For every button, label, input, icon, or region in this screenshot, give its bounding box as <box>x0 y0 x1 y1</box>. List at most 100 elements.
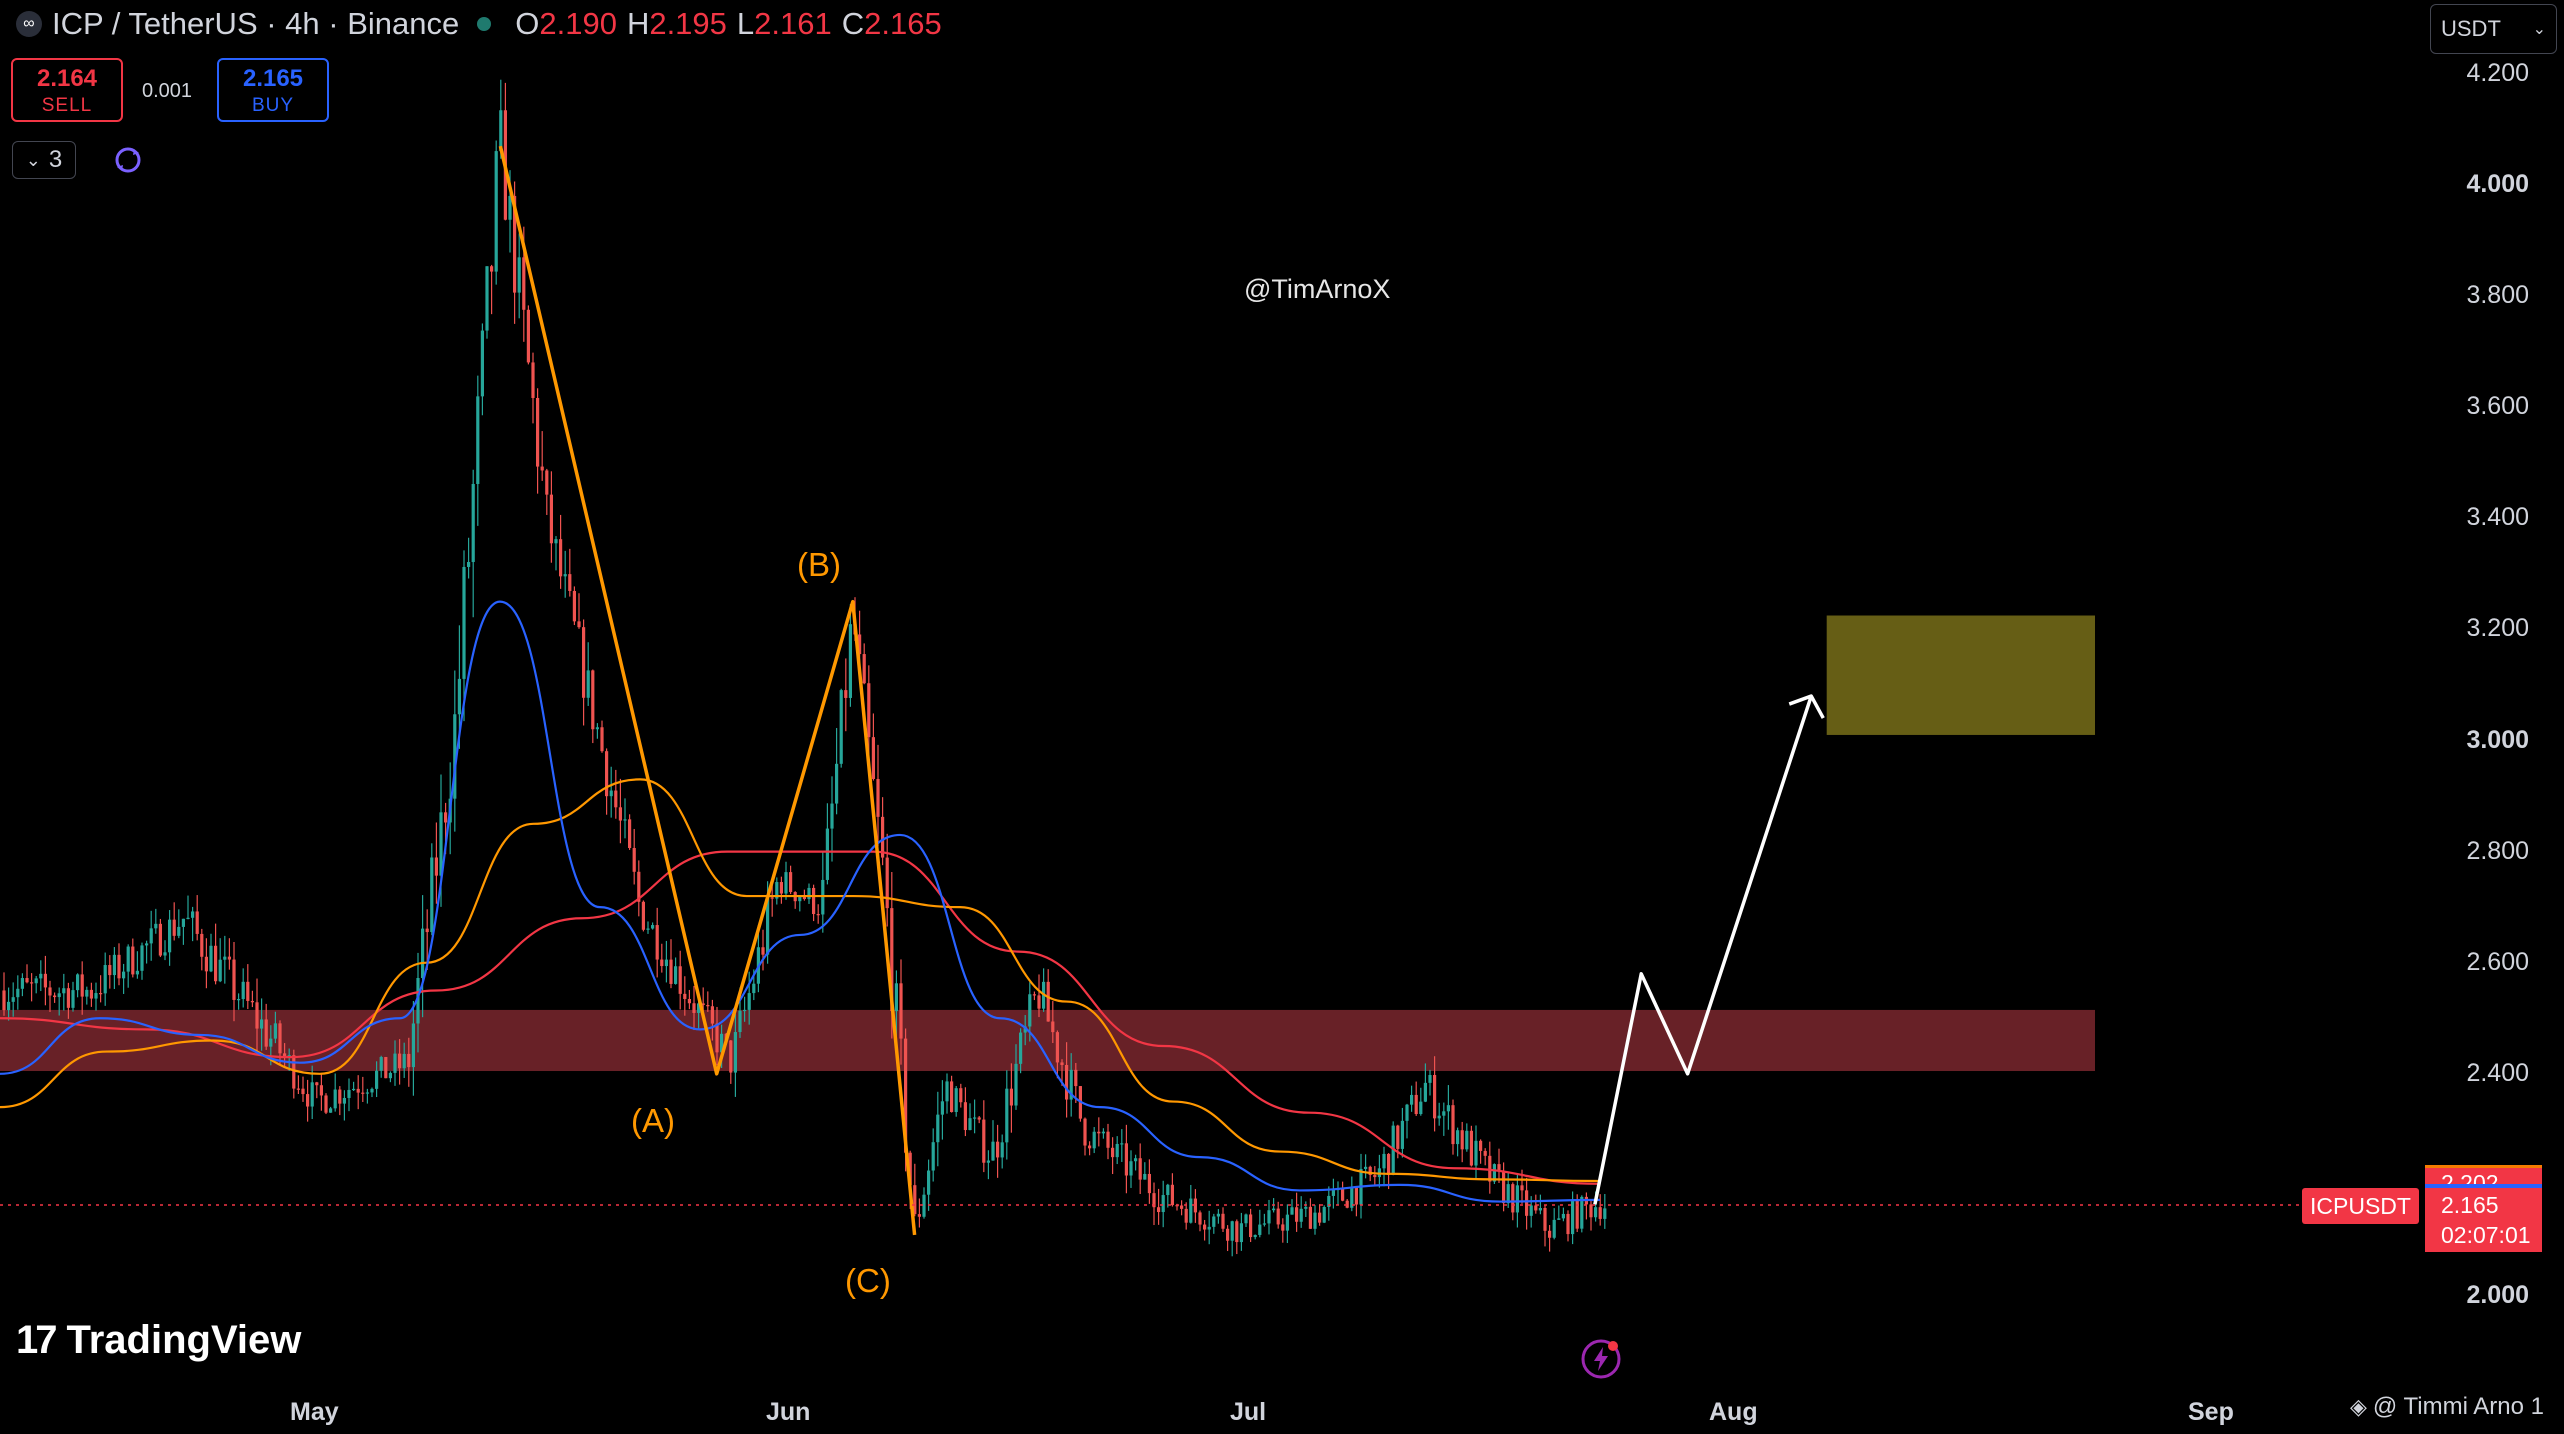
candle-body <box>352 1088 356 1091</box>
candle-body <box>421 928 425 978</box>
candle-body <box>154 923 158 929</box>
candle-body <box>85 989 89 997</box>
candle-body <box>1313 1212 1317 1229</box>
candle-body <box>237 999 241 1001</box>
candle-body <box>687 998 691 1004</box>
candle-body <box>1106 1131 1110 1148</box>
candle-body <box>361 1092 365 1094</box>
candle-body <box>1451 1105 1455 1145</box>
candle-body <box>1525 1190 1529 1216</box>
candle-body <box>821 879 825 915</box>
candle-body <box>209 945 213 972</box>
candle-body <box>490 266 494 272</box>
candle-body <box>149 928 153 944</box>
candle-body <box>329 1108 333 1113</box>
chevron-down-icon: ⌄ <box>2532 21 2546 38</box>
candle-body <box>181 918 185 927</box>
candle-body <box>131 946 135 975</box>
candle-body <box>250 1000 254 1003</box>
candle-body <box>582 627 586 698</box>
candle-body <box>365 1092 369 1094</box>
candle-body <box>572 590 576 622</box>
candle-body <box>1216 1213 1220 1217</box>
candle-body <box>802 897 806 900</box>
price-tick: 4.000 <box>2466 170 2529 198</box>
binance-icon: ◈ <box>2350 1394 2367 1419</box>
candle-body <box>1262 1223 1266 1225</box>
candle-body <box>296 1088 300 1090</box>
candle-body <box>1060 1062 1064 1065</box>
candle-body <box>1400 1120 1404 1149</box>
candle-body <box>1170 1184 1174 1206</box>
price-chart[interactable] <box>0 0 2564 1434</box>
candle-body <box>798 897 802 902</box>
candle-body <box>1198 1212 1202 1225</box>
candle-body <box>1382 1153 1386 1169</box>
candle-body <box>347 1089 351 1098</box>
refresh-icon[interactable] <box>112 144 144 176</box>
buy-button[interactable]: 2.165 BUY <box>217 58 329 122</box>
candle-body <box>1387 1153 1391 1176</box>
candle-body <box>839 690 843 764</box>
candle-body <box>200 933 204 957</box>
brand-name: TradingView <box>66 1318 302 1362</box>
candle-body <box>600 727 604 752</box>
candle-body <box>1318 1212 1322 1223</box>
candle-body <box>917 1214 921 1217</box>
candle-body <box>1097 1131 1101 1134</box>
sell-button[interactable]: 2.164 SELL <box>11 58 123 122</box>
candle-body <box>991 1141 995 1161</box>
candle-body <box>1055 1032 1059 1063</box>
candle-body <box>434 857 438 876</box>
buy-price: 2.165 <box>242 65 304 92</box>
candle-body <box>1249 1214 1253 1238</box>
sell-price: 2.164 <box>36 65 98 92</box>
candle-body <box>651 925 655 929</box>
candle-body <box>467 562 471 567</box>
candle-body <box>1014 1063 1018 1106</box>
candle-body <box>218 959 222 982</box>
candle-body <box>591 670 595 730</box>
candle-body <box>927 1170 931 1195</box>
candle-body <box>1594 1207 1598 1218</box>
projection-path <box>1593 695 1813 1205</box>
candle-body <box>264 1019 268 1047</box>
symbol-header[interactable]: ∞ ICP / TetherUS · 4h · Binance O2.190 H2… <box>16 6 952 42</box>
candle-body <box>1290 1207 1294 1215</box>
candle-body <box>899 983 903 1039</box>
target-zone <box>1826 615 2095 735</box>
candle-body <box>1557 1218 1561 1220</box>
candle-body <box>99 993 103 995</box>
price-tick: 2.600 <box>2466 947 2529 976</box>
time-tick: Aug <box>1709 1398 1758 1426</box>
candle-body <box>1511 1184 1515 1213</box>
candle-body <box>333 1089 337 1109</box>
symbol-logo-icon: ∞ <box>16 11 42 37</box>
ohlc-value: 2.195 <box>649 6 727 41</box>
candle-body <box>738 1010 742 1033</box>
candle-body <box>186 917 190 919</box>
candle-body <box>812 887 816 915</box>
candle-body <box>103 965 107 994</box>
wave-label-a: (A) <box>631 1102 675 1139</box>
candle-body <box>1423 1082 1427 1102</box>
candle-body <box>1258 1224 1262 1235</box>
candle-body <box>1037 995 1041 1009</box>
lightning-icon[interactable] <box>1580 1338 1622 1380</box>
indicators-toggle[interactable]: ⌄ 3 <box>12 141 76 179</box>
candle-body <box>1239 1223 1243 1243</box>
candle-body <box>112 954 116 976</box>
candle-body <box>1299 1208 1303 1222</box>
watermark-author: @TimArnoX <box>1244 274 1391 304</box>
candle-body <box>195 911 199 934</box>
candle-body <box>549 494 553 544</box>
candle-body <box>660 959 664 967</box>
candle-body <box>25 978 29 983</box>
candle-body <box>1166 1184 1170 1196</box>
currency-selector[interactable]: USDT ⌄ <box>2430 4 2557 54</box>
candle-body <box>76 974 80 991</box>
candle-body <box>563 574 567 577</box>
candle-body <box>191 911 195 918</box>
candle-body <box>733 1032 737 1073</box>
candle-body <box>973 1117 977 1119</box>
